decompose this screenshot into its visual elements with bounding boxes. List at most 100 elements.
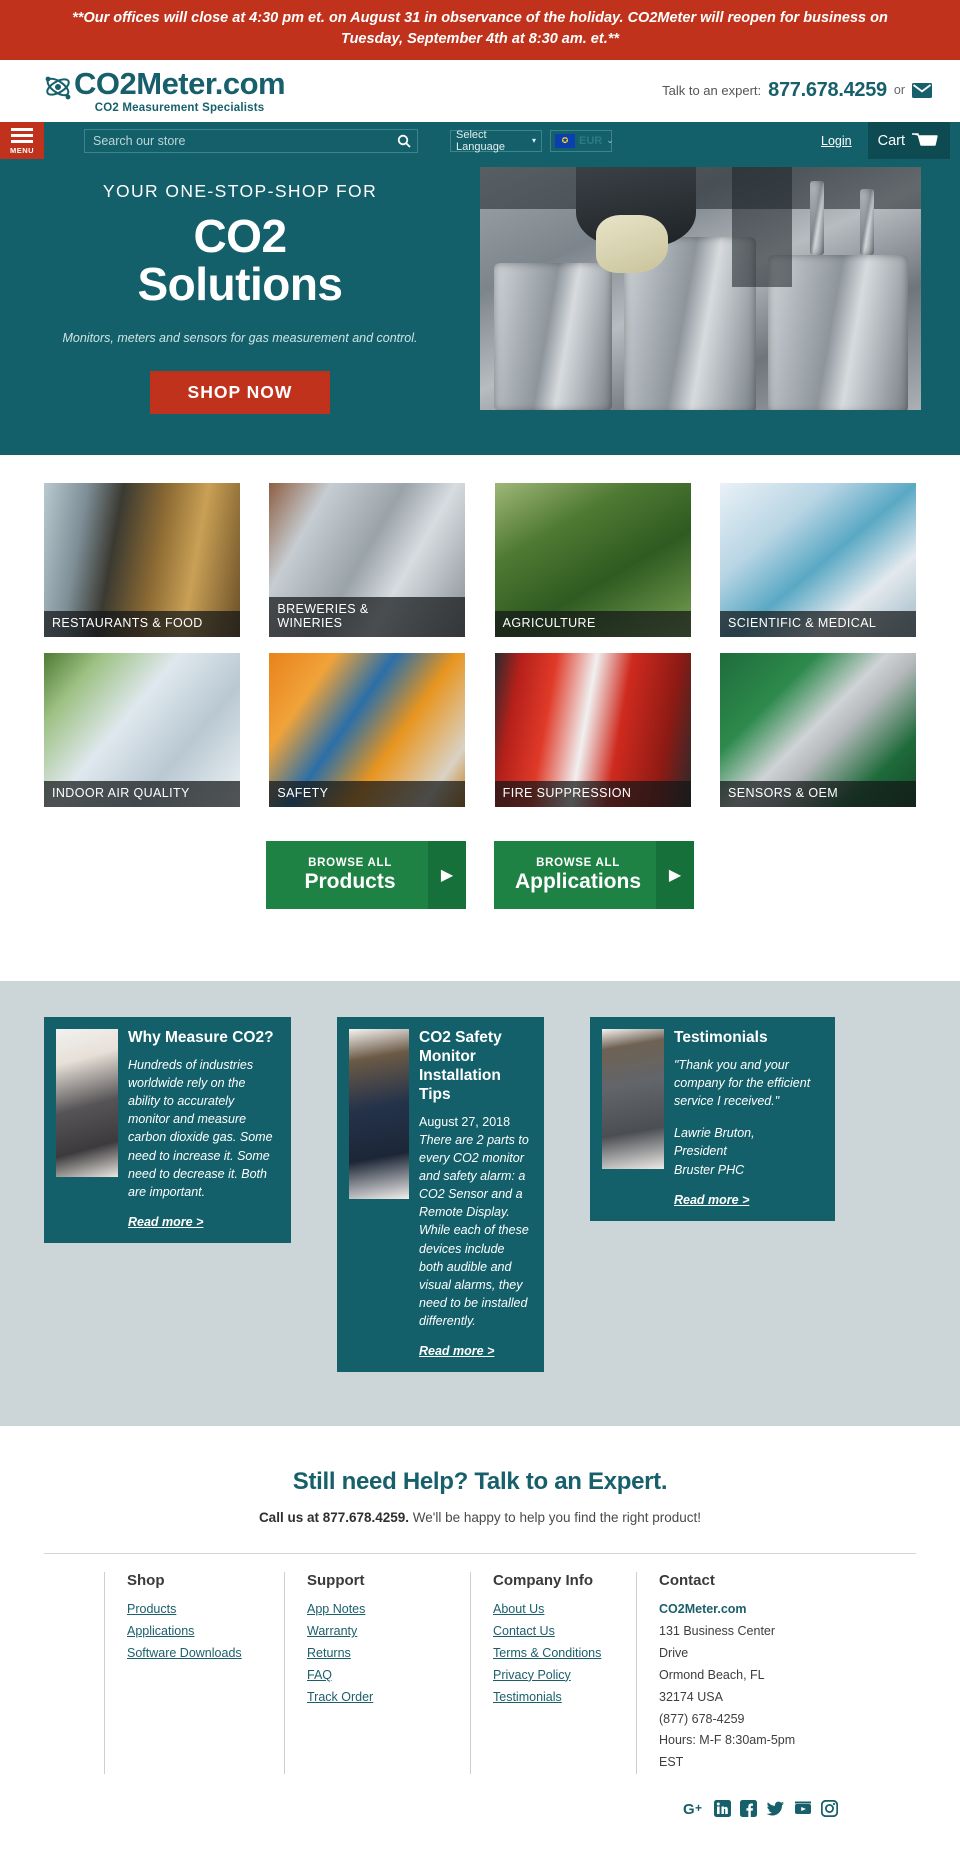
footer-link-products[interactable]: Products [127,1599,284,1621]
chevron-right-icon: ▶ [656,841,694,910]
category-tile-safety[interactable]: SAFETY [269,653,466,808]
browse-all-products-button[interactable]: BROWSE ALL Products ▶ [266,841,466,910]
announcement-bar: **Our offices will close at 4:30 pm et. … [0,0,960,61]
site-logo[interactable]: CO2Meter.com CO2 Measurement Specialists [44,68,286,115]
card-text: Hundreds of industries worldwide rely on… [128,1057,273,1199]
cart-button[interactable]: Cart [867,122,950,160]
footer-link-software-downloads[interactable]: Software Downloads [127,1643,284,1665]
footer-link-about-us[interactable]: About Us [493,1599,636,1621]
footer-link-contact-us[interactable]: Contact Us [493,1621,636,1643]
card-text: There are 2 parts to every CO2 monitor a… [419,1132,529,1329]
help-title: Still need Help? Talk to an Expert. [292,1468,668,1496]
hero-banner: YOUR ONE-STOP-SHOP FOR CO2 Solutions Mon… [0,159,960,456]
category-tile-sensors-oem[interactable]: SENSORS & OEM [719,653,916,808]
search-submit-button[interactable] [391,129,417,152]
search-input[interactable] [85,129,391,152]
contact-address-line-2: Drive [659,1645,689,1660]
category-tiles-section: RESTAURANTS & FOOD BREWERIES & WINERIES … [0,455,960,910]
card-why-measure-co2[interactable]: Why Measure CO2? Hundreds of industries … [44,1017,291,1243]
read-more-link[interactable]: Read more > [674,1193,749,1207]
card-testimonials[interactable]: Testimonials "Thank you and your company… [590,1017,835,1221]
footer-heading-support: Support [307,1572,365,1590]
announcement-text: **Our offices will close at 4:30 pm et. … [72,10,888,48]
hero-title: CO2 Solutions [0,212,480,309]
browse-kicker: BROWSE ALL [308,856,392,869]
footer-link-warranty[interactable]: Warranty [307,1621,470,1643]
card-image [602,1029,664,1170]
footer-column-company-info: Company Info About Us Contact Us Terms &… [470,1572,636,1775]
currency-selector[interactable]: ✪ EUR ⌄ [550,129,614,152]
eu-flag-icon: ✪ [555,133,575,148]
hamburger-icon [11,133,33,137]
svg-text:G: G [683,1801,695,1817]
hamburger-icon [11,139,33,143]
hero-subtitle: Monitors, meters and sensors for gas mea… [62,330,418,345]
contact-address-line-1: 131 Business Center [659,1624,776,1639]
expert-or-text: or [893,83,905,98]
footer-link-returns[interactable]: Returns [307,1643,470,1665]
category-tile-indoor-air-quality[interactable]: INDOOR AIR QUALITY [44,653,240,808]
read-more-link[interactable]: Read more > [128,1215,203,1229]
card-co2-safety-monitor-installation-tips[interactable]: CO2 Safety Monitor Installation Tips Aug… [337,1017,544,1373]
browse-main-label: Products [304,869,396,893]
contact-hours-line-2: EST [659,1755,684,1770]
hero-title-line-2: Solutions [137,258,343,311]
tile-label: FIRE SUPPRESSION [494,781,691,808]
category-tile-breweries-wineries[interactable]: BREWERIES & WINERIES [269,483,466,638]
tile-label: SCIENTIFIC & MEDICAL [719,611,916,638]
browse-all-applications-button[interactable]: BROWSE ALL Applications ▶ [494,841,694,910]
tile-label: BREWERIES & WINERIES [269,596,466,638]
category-tile-scientific-medical[interactable]: SCIENTIFIC & MEDICAL [719,483,916,638]
login-link[interactable]: Login [821,134,852,148]
category-tile-agriculture[interactable]: AGRICULTURE [494,483,691,638]
masthead: CO2Meter.com CO2 Measurement Specialists… [0,60,960,123]
category-tile-restaurants-food[interactable]: RESTAURANTS & FOOD [44,483,240,638]
footer-link-testimonials[interactable]: Testimonials [493,1687,636,1709]
card-title: Testimonials [674,1029,768,1047]
svg-text:+: + [695,1801,702,1815]
menu-button-label: MENU [9,146,35,156]
shop-now-button[interactable]: SHOP NOW [150,371,330,415]
footer-link-privacy-policy[interactable]: Privacy Policy [493,1665,636,1687]
footer: Shop Products Applications Software Down… [0,1525,960,1832]
language-selector[interactable]: Select Language ▾ [450,129,542,153]
footer-columns: Shop Products Applications Software Down… [44,1554,916,1775]
cart-label: Cart [877,132,905,149]
google-plus-icon[interactable]: G + [683,1800,705,1817]
envelope-icon[interactable] [912,82,932,98]
menu-button[interactable]: MENU [0,122,44,160]
footer-link-terms-conditions[interactable]: Terms & Conditions [493,1643,636,1665]
cart-icon [912,132,938,146]
chevron-down-icon: ⌄ [606,135,614,146]
contact-address-line-3: Ormond Beach, FL [659,1667,765,1682]
search-icon [397,134,411,148]
testimonial-quote: "Thank you and your company for the effi… [674,1057,811,1109]
card-body: CO2 Safety Monitor Installation Tips Aug… [419,1029,532,1360]
help-subtitle: Call us at 877.678.4259. We'll be happy … [0,1510,960,1525]
footer-link-applications[interactable]: Applications [127,1621,284,1643]
footer-column-contact: Contact CO2Meter.com 131 Business Center… [636,1572,836,1775]
category-tiles-row-2: INDOOR AIR QUALITY SAFETY FIRE SUPPRESSI… [0,653,960,808]
card-date: August 27, 2018 [419,1114,511,1129]
card-image [56,1029,118,1178]
footer-link-app-notes[interactable]: App Notes [307,1599,470,1621]
linkedin-icon[interactable] [714,1800,731,1818]
read-more-link[interactable]: Read more > [419,1344,494,1358]
browse-main-label: Applications [514,869,641,893]
browse-products-text: BROWSE ALL Products [266,857,428,894]
twitter-icon[interactable] [766,1800,785,1817]
youtube-icon[interactable] [794,1800,812,1817]
footer-link-track-order[interactable]: Track Order [307,1687,470,1709]
expert-phone[interactable]: 877.678.4259 [768,79,887,102]
instagram-icon[interactable] [821,1800,838,1818]
facebook-icon[interactable] [740,1800,757,1818]
card-body: Why Measure CO2? Hundreds of industries … [128,1029,279,1231]
tile-label: SENSORS & OEM [719,781,916,808]
category-tile-fire-suppression[interactable]: FIRE SUPPRESSION [494,653,691,808]
footer-link-faq[interactable]: FAQ [307,1665,470,1687]
logo-tagline: CO2 Measurement Specialists [94,102,265,115]
search-box[interactable] [84,128,418,153]
category-tiles-row-1: RESTAURANTS & FOOD BREWERIES & WINERIES … [0,483,960,638]
browse-applications-text: BROWSE ALL Applications [494,857,656,894]
featured-cards-section: Why Measure CO2? Hundreds of industries … [0,981,960,1427]
